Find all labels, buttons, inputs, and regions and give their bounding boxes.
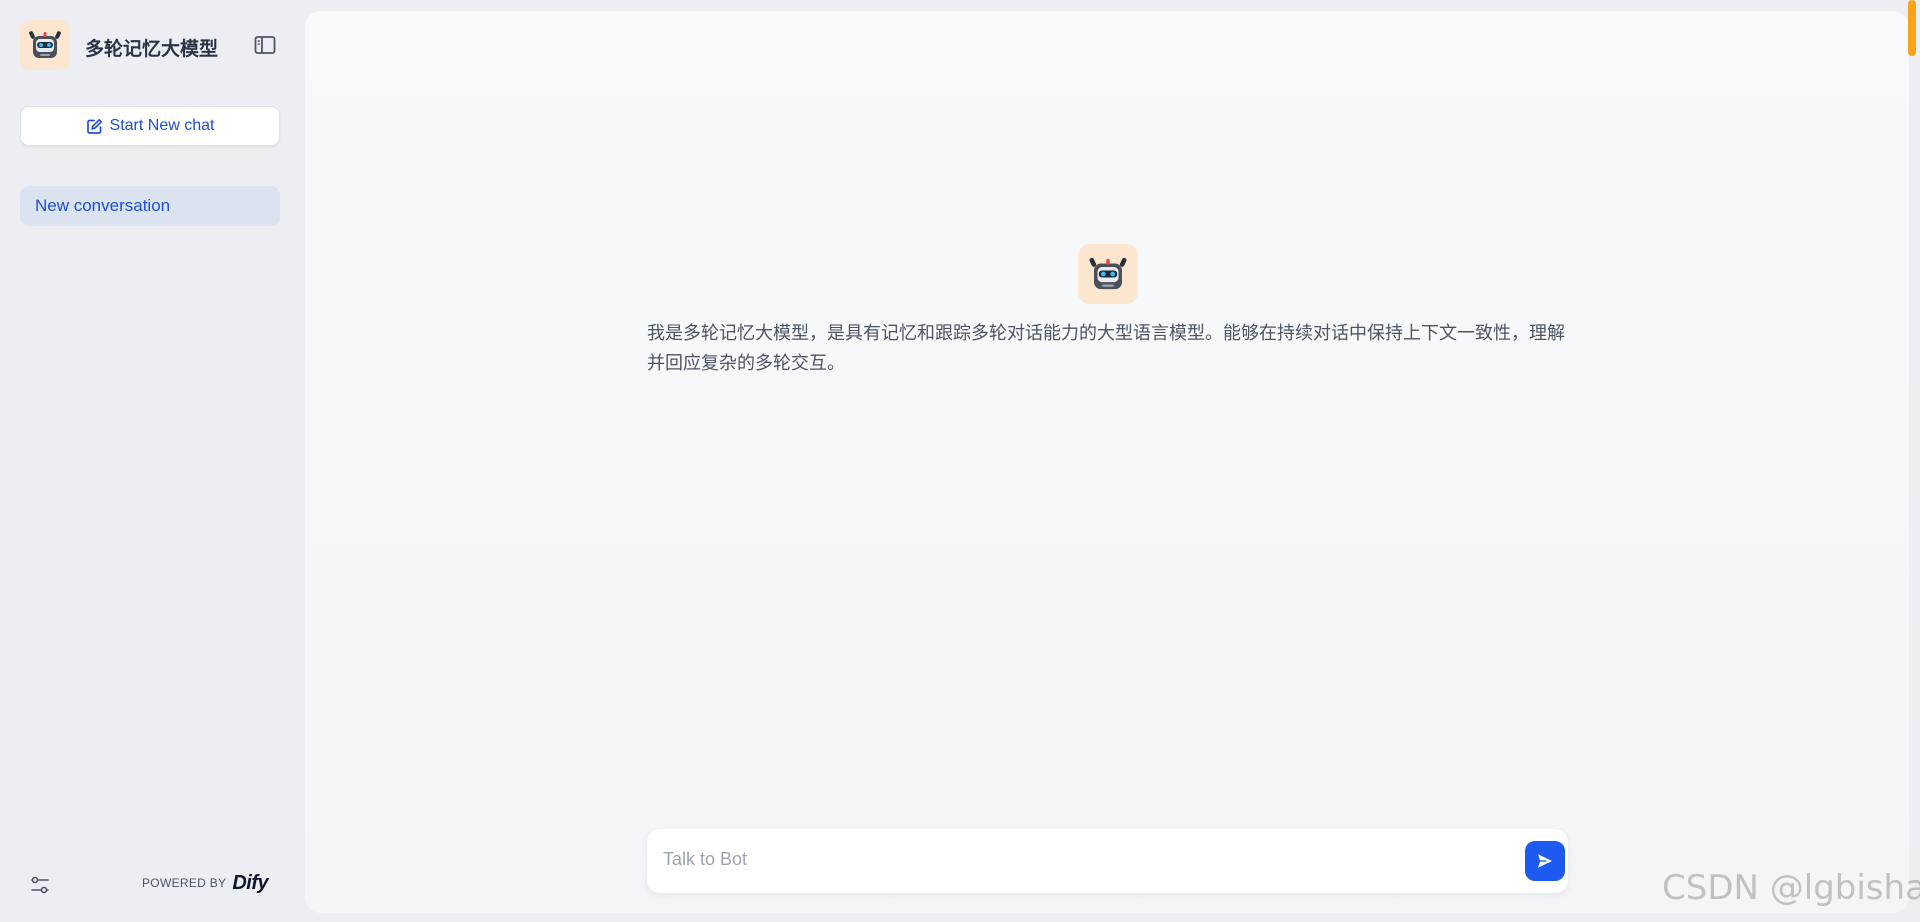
start-new-chat-label: Start New chat xyxy=(109,117,215,134)
sidebar-header: 多轮记忆大模型 xyxy=(20,20,284,72)
conversation-item-label: New conversation xyxy=(35,196,171,215)
send-icon xyxy=(1538,854,1552,868)
app-root: 多轮记忆大模型 Start New chat New conversation xyxy=(0,0,1920,922)
settings-button[interactable] xyxy=(28,873,52,897)
powered-by: POWERED BY Dify xyxy=(142,868,269,898)
dify-logo: Dify xyxy=(232,871,269,894)
conversation-item[interactable]: New conversation xyxy=(20,186,280,226)
watermark: CSDN @lgbisha xyxy=(1662,868,1920,908)
sidebar-toggle-icon xyxy=(254,36,276,54)
sidebar: 多轮记忆大模型 Start New chat New conversation xyxy=(0,0,304,922)
send-button[interactable] xyxy=(1525,841,1565,881)
chat-main: 我是多轮记忆大模型，是具有记忆和跟踪多轮对话能力的大型语言模型。能够在持续对话中… xyxy=(305,11,1909,913)
powered-by-text: POWERED BY xyxy=(142,876,227,890)
chat-input-box xyxy=(647,829,1568,893)
robot-icon xyxy=(1089,257,1127,290)
start-new-chat-button[interactable]: Start New chat xyxy=(20,106,280,146)
sidebar-toggle-button[interactable] xyxy=(252,32,278,58)
chat-input[interactable] xyxy=(663,849,1483,877)
app-title: 多轮记忆大模型 xyxy=(85,38,219,60)
bot-avatar xyxy=(1078,244,1138,304)
sliders-icon xyxy=(31,876,49,894)
scrollbar-thumb[interactable] xyxy=(1908,0,1916,56)
app-avatar xyxy=(20,20,70,70)
welcome-message: 我是多轮记忆大模型，是具有记忆和跟踪多轮对话能力的大型语言模型。能够在持续对话中… xyxy=(647,323,1565,374)
edit-icon xyxy=(86,118,102,134)
robot-icon xyxy=(29,31,61,58)
